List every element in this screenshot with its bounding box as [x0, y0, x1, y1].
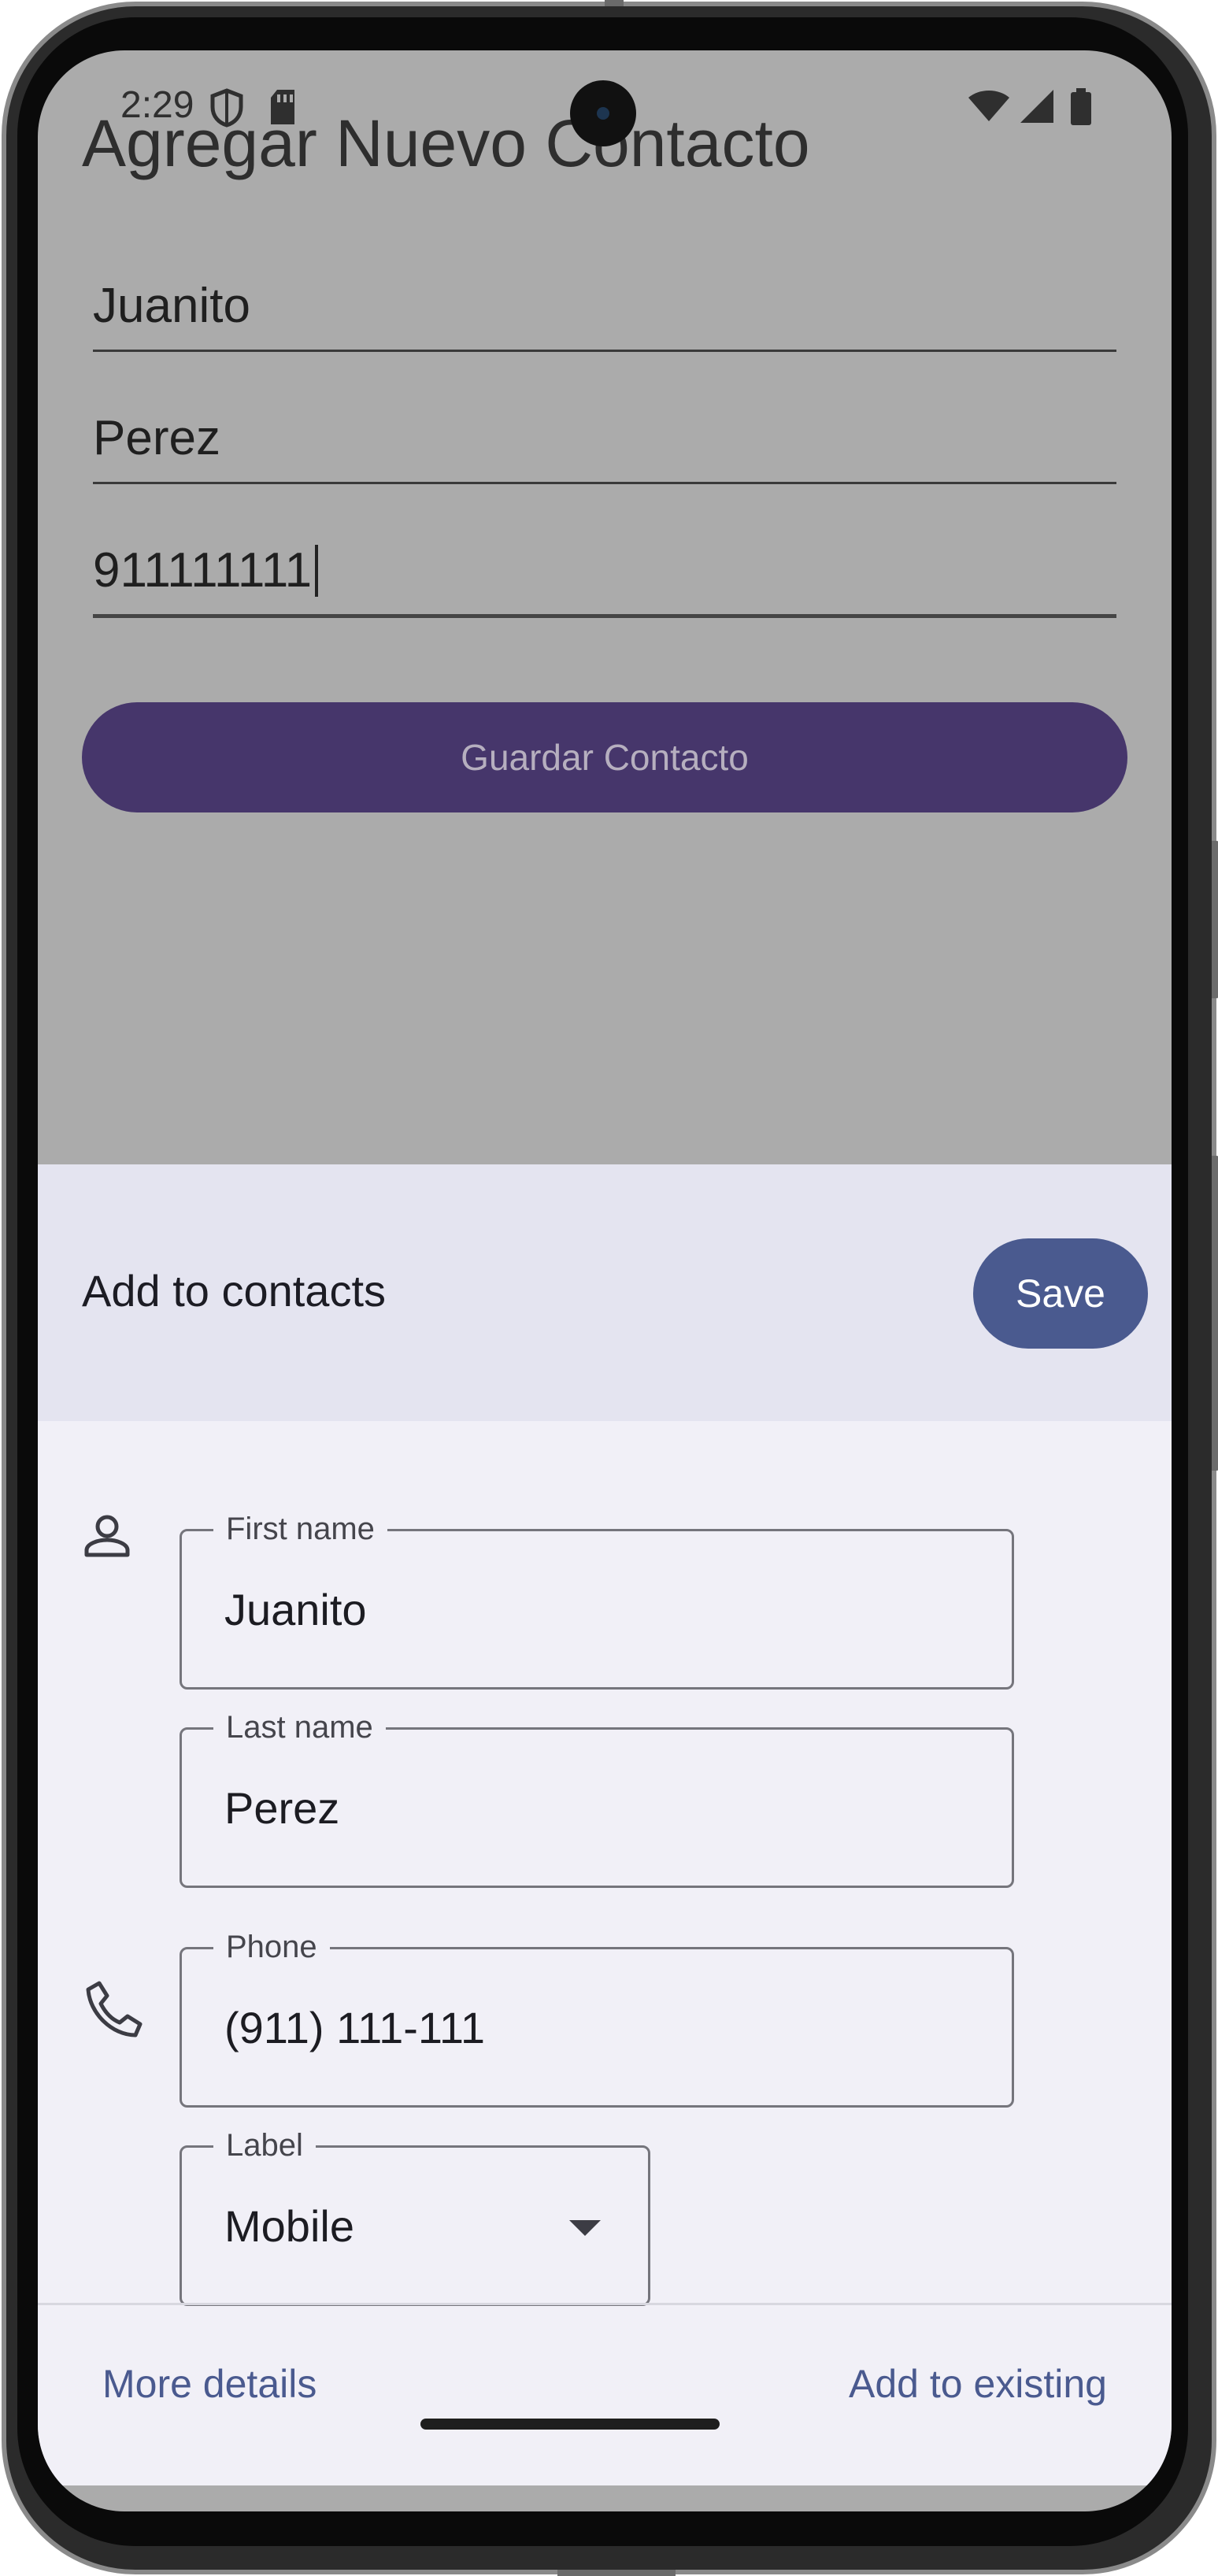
- frame-detail: [557, 2570, 676, 2576]
- screen: Agregar Nuevo Contacto Juanito Perez 911…: [38, 50, 1172, 2511]
- bottom-sheet-body: First name Juanito Last name Perez Phone…: [38, 1421, 1172, 2485]
- wifi-icon: [968, 91, 1009, 121]
- phone-field[interactable]: Phone (911) 111-111: [180, 1927, 1014, 2108]
- gesture-nav-handle[interactable]: [420, 2419, 720, 2430]
- last-name-field[interactable]: Last name Perez: [180, 1708, 1014, 1888]
- phone-value: (911) 111-111: [224, 2002, 486, 2052]
- text-cursor: [315, 545, 319, 597]
- input-underline: [93, 482, 1116, 484]
- power-button: [1212, 841, 1218, 998]
- phone-type-value: Mobile: [224, 2200, 354, 2251]
- sheet-divider: [38, 2303, 1172, 2305]
- frame-detail: [605, 0, 624, 6]
- phone-input[interactable]: 911111111: [93, 535, 1116, 618]
- input-underline: [93, 350, 1116, 352]
- phone-type-select[interactable]: Label Mobile: [180, 2126, 650, 2306]
- dropdown-arrow-icon: [569, 2220, 601, 2236]
- first-name-value: Juanito: [224, 1584, 367, 1634]
- last-name-value: Perez: [93, 411, 220, 465]
- add-to-existing-link[interactable]: Add to existing: [849, 2361, 1107, 2407]
- signal-icon: [1020, 90, 1053, 123]
- more-details-link[interactable]: More details: [102, 2361, 317, 2407]
- status-bar: 2:29: [38, 50, 1172, 161]
- person-icon: [84, 1515, 130, 1557]
- battery-icon: [1071, 88, 1091, 125]
- sd-card-icon: [271, 90, 294, 124]
- front-camera: [570, 80, 636, 146]
- phone-value: 911111111: [93, 543, 313, 598]
- volume-button: [1212, 1156, 1218, 1471]
- last-name-input[interactable]: Perez: [93, 403, 1116, 484]
- bottom-sheet-header: Add to contacts Save: [38, 1164, 1172, 1421]
- shield-icon: [210, 88, 243, 128]
- last-name-value: Perez: [224, 1782, 340, 1833]
- guardar-contacto-button[interactable]: Guardar Contacto: [82, 702, 1127, 812]
- sheet-title: Add to contacts: [82, 1266, 387, 1316]
- first-name-value: Juanito: [93, 279, 250, 333]
- input-underline: [93, 614, 1116, 618]
- save-button[interactable]: Save: [973, 1238, 1148, 1349]
- status-time: 2:29: [120, 84, 194, 126]
- phone-icon: [86, 1981, 143, 2037]
- first-name-field[interactable]: First name Juanito: [180, 1509, 1014, 1690]
- first-name-input[interactable]: Juanito: [93, 271, 1116, 352]
